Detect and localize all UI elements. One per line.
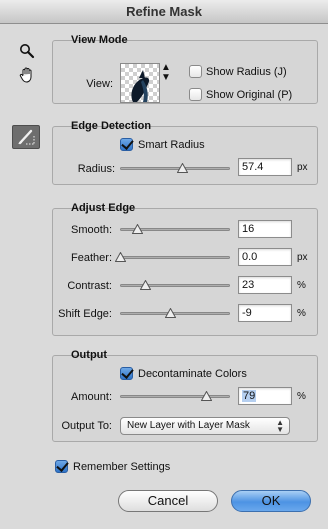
output-group: Output Decontaminate Colors Amount: 79 %… [52,349,318,442]
feather-unit: px [297,252,308,263]
shift-edge-label: Shift Edge: [58,308,112,320]
edge-detection-group: Edge Detection Smart Radius Radius: 57.4… [52,120,318,185]
feather-slider-track[interactable] [120,256,230,259]
show-original-label: Show Original (P) [206,89,293,101]
contrast-slider-thumb[interactable] [139,280,151,290]
view-mode-group: View Mode View: ▲ ▼ Show Radius (J) Show… [52,34,318,104]
view-dropdown-arrow-down-icon[interactable]: ▼ [161,73,171,83]
amount-label: Amount: [71,391,112,403]
ok-button[interactable]: OK [231,490,311,512]
smooth-label: Smooth: [71,224,112,236]
window-title: Refine Mask [126,4,202,19]
hand-icon[interactable] [16,64,38,86]
edge-detection-title: Edge Detection [71,120,152,132]
contrast-label: Contrast: [67,280,112,292]
show-radius-label: Show Radius (J) [206,66,287,78]
title-bar: Refine Mask [0,0,328,24]
shift-edge-slider-thumb[interactable] [164,308,176,318]
smooth-input[interactable]: 16 [238,220,292,238]
feather-label: Feather: [71,252,112,264]
show-radius-checkbox[interactable] [189,65,202,78]
decontaminate-colors-checkbox[interactable] [120,367,133,380]
radius-label: Radius: [77,163,115,175]
shift-edge-unit: % [297,308,306,319]
radius-slider-thumb[interactable] [177,163,189,173]
radius-unit: px [297,162,308,173]
adjust-edge-group: Adjust Edge Smooth: 16 Feather: 0.0 px C… [52,202,318,336]
view-mode-preview[interactable] [120,63,160,103]
radius-input[interactable]: 57.4 [238,158,292,176]
select-arrows-icon: ▲ ▼ [276,418,284,434]
amount-input[interactable]: 79 [238,387,292,405]
output-to-selected-value: New Layer with Layer Mask [127,420,250,431]
view-label: View: [86,78,113,90]
amount-slider-track[interactable] [120,395,230,398]
show-original-checkbox[interactable] [189,88,202,101]
smooth-slider-thumb[interactable] [132,224,144,234]
magnifier-icon[interactable] [16,40,38,62]
amount-unit: % [297,391,306,402]
refine-radius-brush-icon[interactable] [12,125,40,149]
output-to-label: Output To: [61,420,112,432]
output-title: Output [71,349,108,361]
remember-settings-checkbox[interactable] [55,460,68,473]
amount-slider-thumb[interactable] [201,391,213,401]
smart-radius-checkbox[interactable] [120,138,133,151]
feather-slider-thumb[interactable] [114,252,126,262]
contrast-slider-track[interactable] [120,284,230,287]
refine-mask-dialog: View Mode View: ▲ ▼ Show Radius (J) Show… [0,24,328,529]
radius-slider-track[interactable] [120,167,230,170]
smart-radius-label: Smart Radius [138,139,205,151]
adjust-edge-title: Adjust Edge [71,202,136,214]
remember-settings-label: Remember Settings [73,461,171,473]
feather-input[interactable]: 0.0 [238,248,292,266]
output-to-select[interactable]: New Layer with Layer Mask ▲ ▼ [120,417,290,435]
shift-edge-input[interactable]: -9 [238,304,292,322]
decontaminate-colors-label: Decontaminate Colors [138,368,247,380]
view-mode-title: View Mode [71,34,128,46]
contrast-unit: % [297,280,306,291]
cancel-button[interactable]: Cancel [118,490,218,512]
contrast-input[interactable]: 23 [238,276,292,294]
